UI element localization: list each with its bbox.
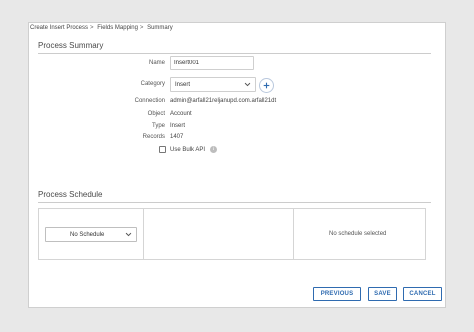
cancel-button[interactable]: CANCEL: [403, 287, 442, 301]
info-icon[interactable]: i: [210, 146, 217, 153]
process-summary-title: Process Summary: [38, 41, 104, 50]
records-value: 1407: [170, 134, 184, 140]
name-label: Name: [148, 60, 165, 66]
breadcrumb-item-create-insert-process[interactable]: Create Insert Process: [30, 25, 88, 31]
no-schedule-message: No schedule selected: [329, 231, 387, 237]
breadcrumb-item-summary: Summary: [147, 25, 173, 31]
object-label: Object: [147, 111, 165, 117]
object-value: Account: [170, 111, 192, 117]
breadcrumb-separator: >: [139, 25, 144, 31]
name-input[interactable]: [170, 56, 254, 70]
chevron-down-icon: [244, 82, 251, 87]
breadcrumb-separator: >: [90, 25, 94, 31]
use-bulk-api-checkbox[interactable]: [159, 146, 166, 153]
plus-icon: [263, 82, 270, 89]
use-bulk-api-label[interactable]: Use Bulk API: [170, 147, 205, 153]
schedule-column-divider: [143, 209, 144, 259]
save-button[interactable]: SAVE: [368, 287, 397, 301]
process-summary-panel: Create Insert Process > Fields Mapping > S…: [28, 22, 446, 308]
schedule-select[interactable]: No Schedule: [45, 227, 137, 242]
schedule-select-value: No Schedule: [70, 232, 105, 238]
chevron-down-icon: [125, 232, 132, 237]
breadcrumb-item-fields-mapping[interactable]: Fields Mapping: [97, 25, 138, 31]
category-select[interactable]: Insert: [170, 77, 256, 92]
records-label: Records: [142, 134, 165, 140]
add-category-button[interactable]: [259, 78, 274, 93]
category-label: Category: [140, 81, 165, 87]
type-value: Insert: [170, 123, 186, 129]
breadcrumb: Create Insert Process > Fields Mapping > S…: [30, 25, 175, 31]
process-schedule-title: Process Schedule: [38, 190, 103, 199]
previous-button[interactable]: PREVIOUS: [313, 287, 361, 301]
section-divider: [38, 53, 431, 54]
schedule-column-divider: [293, 209, 294, 259]
schedule-panel: No Schedule No schedule selected: [38, 208, 426, 260]
connection-value: admin@arfall21reljanupd.com.arfall21dt: [170, 98, 277, 104]
category-value: Insert: [175, 82, 191, 88]
type-label: Type: [151, 123, 165, 129]
connection-label: Connection: [134, 98, 165, 104]
section-divider: [38, 202, 431, 203]
